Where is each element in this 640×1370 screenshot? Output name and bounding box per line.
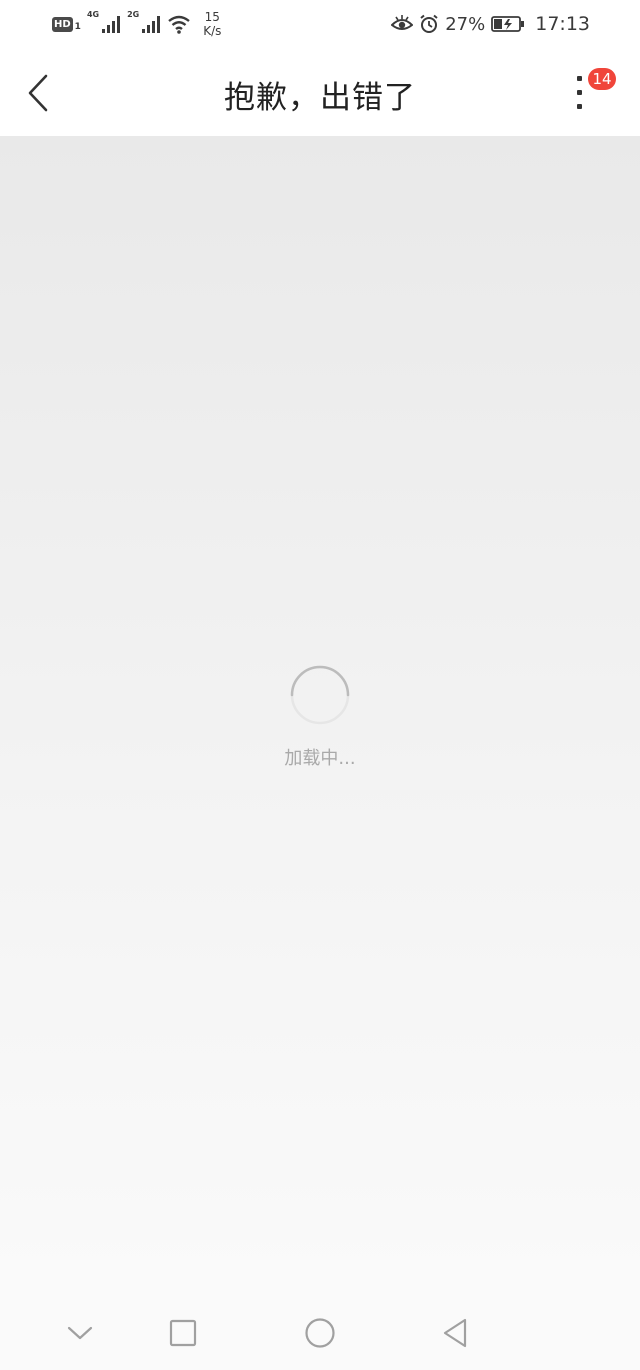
more-dots-icon-dot [577, 90, 582, 95]
network-type-secondary: 2G [127, 10, 140, 19]
network-speed: 15 K/s [203, 10, 221, 38]
hd-icon: HD [52, 16, 73, 32]
status-bar: HD 1 4G 2G 15 K/s 27% 17:13 [0, 0, 640, 48]
alarm-icon [420, 14, 438, 33]
clock: 17:13 [535, 13, 590, 35]
nav-home-button[interactable] [297, 1310, 343, 1356]
nav-recents-button[interactable] [160, 1310, 206, 1356]
network-type-primary: 4G [86, 10, 100, 19]
battery-charging-icon [491, 16, 525, 32]
speed-unit: K/s [203, 24, 222, 38]
wifi-icon [168, 15, 190, 34]
status-left: HD 1 4G 2G 15 K/s [52, 8, 221, 40]
chevron-down-icon [67, 1326, 93, 1340]
loading-text: 加载中... [284, 748, 356, 769]
signal-icon [102, 16, 121, 33]
battery-percent: 27% [445, 13, 486, 35]
system-nav-bar [0, 1296, 640, 1370]
circle-icon [305, 1318, 335, 1348]
triangle-back-icon [443, 1318, 467, 1348]
loading-spinner-icon [290, 665, 350, 725]
eye-icon [391, 15, 414, 30]
square-icon [169, 1319, 197, 1347]
signal-icon [142, 16, 161, 33]
status-right: 27% 17:13 [391, 8, 590, 40]
more-dots-icon-dot [577, 104, 582, 109]
sim-number: 1 [74, 22, 81, 32]
page-title: 抱歉，出错了 [224, 80, 416, 116]
nav-collapse-button[interactable] [57, 1310, 103, 1356]
speed-value: 15 [204, 10, 220, 24]
more-dots-icon [577, 76, 582, 81]
nav-back-button[interactable] [432, 1310, 478, 1356]
notification-badge: 14 [588, 68, 616, 90]
title-bar: 抱歉，出错了 [0, 48, 640, 136]
content-area: 加载中... [0, 136, 640, 1296]
